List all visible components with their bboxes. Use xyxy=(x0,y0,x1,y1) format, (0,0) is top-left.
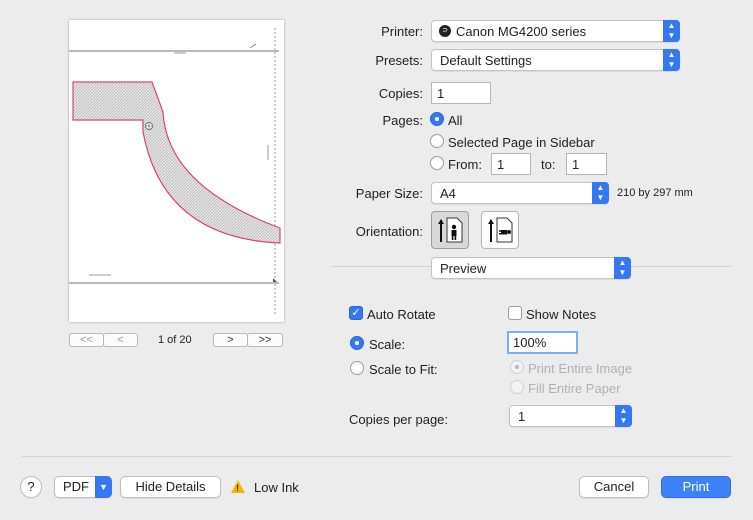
presets-popup[interactable]: Default Settings ▲ ▼ xyxy=(431,49,680,71)
cancel-button[interactable]: Cancel xyxy=(579,476,649,498)
copies-per-page-popup[interactable]: 1 ▲ ▼ xyxy=(509,405,632,427)
printer-label: Printer: xyxy=(381,24,423,39)
portrait-orientation-button[interactable] xyxy=(431,211,469,249)
show-notes-label: Show Notes xyxy=(526,307,597,322)
previous-page-button[interactable]: < xyxy=(103,333,138,347)
drawing-preview xyxy=(69,28,281,315)
hide-details-button[interactable]: Hide Details xyxy=(120,476,221,498)
from-page-field[interactable]: 1 xyxy=(491,153,531,175)
from-label: From: xyxy=(448,157,482,172)
paper-size-label: Paper Size: xyxy=(355,186,423,201)
copies-label: Copies: xyxy=(378,86,423,101)
show-notes-checkbox[interactable] xyxy=(508,306,522,320)
print-preview-page xyxy=(69,20,284,322)
pages-all-label: All xyxy=(448,113,463,128)
scale-field[interactable]: 100% xyxy=(507,331,578,354)
fill-entire-paper-radio[interactable] xyxy=(510,380,524,394)
scale-radio[interactable] xyxy=(350,336,364,350)
portrait-icon xyxy=(438,217,463,243)
printer-status-icon: ⊃ xyxy=(439,25,451,37)
to-page-field[interactable]: 1 xyxy=(566,153,607,175)
popup-arrows-icon: ▲ ▼ xyxy=(663,20,680,42)
pdf-menu-button[interactable]: PDF ▼ xyxy=(54,476,112,498)
auto-rotate-checkbox[interactable]: ✓ xyxy=(349,306,363,320)
popup-arrows-icon: ▲ ▼ xyxy=(592,182,609,204)
to-label: to: xyxy=(541,157,556,172)
last-page-button[interactable]: >> xyxy=(247,333,283,347)
pages-selected-label: Selected Page in Sidebar xyxy=(448,135,595,150)
pages-all-radio[interactable] xyxy=(430,112,444,126)
landscape-orientation-button[interactable] xyxy=(481,211,519,249)
scale-label: Scale: xyxy=(369,337,406,352)
popup-arrows-icon: ▲ ▼ xyxy=(615,405,632,427)
scale-to-fit-radio[interactable] xyxy=(350,361,364,375)
pages-selected-radio[interactable] xyxy=(430,134,444,148)
copies-per-page-label: Copies per page: xyxy=(349,412,449,427)
pages-range-radio[interactable] xyxy=(430,156,444,170)
popup-arrows-icon: ▲ ▼ xyxy=(663,49,680,71)
help-button[interactable]: ? xyxy=(20,476,42,498)
copies-field[interactable]: 1 xyxy=(431,82,491,104)
presets-label: Presets: xyxy=(375,53,423,68)
paper-dimensions: 210 by 297 mm xyxy=(617,187,693,199)
scale-to-fit-label: Scale to Fit: xyxy=(369,362,438,377)
popup-arrows-icon: ▲ ▼ xyxy=(614,257,631,279)
print-entire-image-radio[interactable] xyxy=(510,360,524,374)
low-ink-label: Low Ink xyxy=(254,480,299,495)
print-button[interactable]: Print xyxy=(661,476,731,498)
landscape-icon xyxy=(488,217,513,243)
paper-size-popup[interactable]: A4 ▲ ▼ xyxy=(431,182,609,204)
footer-divider xyxy=(22,456,731,457)
auto-rotate-label: Auto Rotate xyxy=(367,307,436,322)
print-entire-image-label: Print Entire Image xyxy=(528,361,633,376)
page-counter: 1 of 20 xyxy=(158,334,192,346)
warning-icon: ! xyxy=(231,480,245,493)
fill-entire-paper-label: Fill Entire Paper xyxy=(528,381,621,396)
next-page-button[interactable]: > xyxy=(213,333,248,347)
orientation-label: Orientation: xyxy=(355,224,423,239)
printer-popup[interactable]: ⊃ Canon MG4200 series ▲ ▼ xyxy=(431,20,680,42)
pages-label: Pages: xyxy=(382,113,423,128)
first-page-button[interactable]: << xyxy=(69,333,104,347)
chevron-down-icon: ▼ xyxy=(95,476,112,498)
print-options-section-popup[interactable]: Preview ▲ ▼ xyxy=(431,257,631,279)
